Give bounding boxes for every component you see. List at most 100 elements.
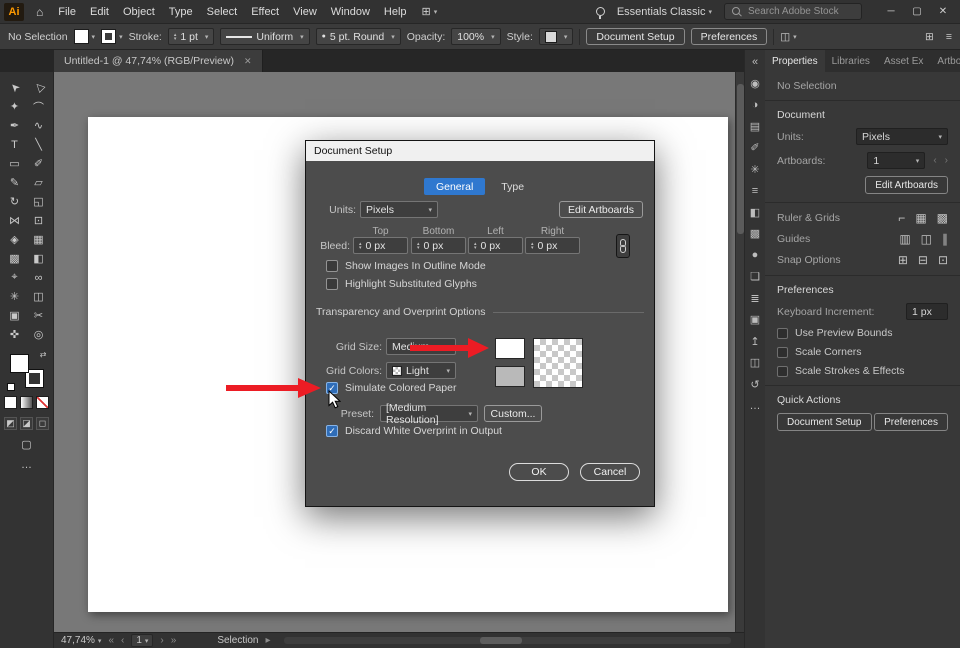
- menu-effect[interactable]: Effect: [244, 6, 286, 18]
- workspace-selector[interactable]: Essentials Classic ▾: [617, 6, 712, 18]
- paintbrush-tool[interactable]: ✐: [28, 154, 50, 173]
- variable-width-profile-dropdown[interactable]: ● 5 pt. Round ▾: [316, 28, 401, 45]
- pencil-tool[interactable]: ✎: [4, 173, 26, 192]
- gradient-button[interactable]: [20, 396, 33, 409]
- fill-color-dropdown[interactable]: ▾: [74, 29, 96, 44]
- cancel-button[interactable]: Cancel: [580, 463, 640, 481]
- show-guides-icon[interactable]: ▥: [899, 232, 910, 246]
- pen-tool[interactable]: ✒: [4, 116, 26, 135]
- tab-type[interactable]: Type: [489, 178, 536, 195]
- document-setup-button[interactable]: Document Setup: [586, 28, 684, 45]
- transparency-panel-icon[interactable]: ▩: [750, 227, 760, 240]
- more-panels-icon[interactable]: …: [750, 399, 761, 412]
- default-fill-stroke-icon[interactable]: [7, 383, 15, 391]
- snap-to-pixel-icon[interactable]: ⊟: [918, 253, 928, 267]
- swatches-panel-icon[interactable]: ▤: [750, 120, 760, 133]
- bleed-top-field[interactable]: ▴▾ 0 px: [353, 237, 408, 254]
- preferences-button[interactable]: Preferences: [874, 413, 948, 431]
- tab-general[interactable]: General: [424, 178, 485, 195]
- stroke-color-dropdown[interactable]: ▾: [101, 29, 123, 44]
- units-select[interactable]: Pixels ▾: [856, 128, 948, 145]
- symbols-panel-icon[interactable]: ✳: [750, 163, 759, 176]
- pixel-grid-icon[interactable]: ▩: [937, 211, 948, 225]
- bleed-left-field[interactable]: ▴▾ 0 px: [468, 237, 523, 254]
- swap-fill-stroke-icon[interactable]: ⇄: [40, 350, 47, 359]
- units-select[interactable]: Pixels ▾: [360, 201, 438, 218]
- status-menu-icon[interactable]: ▸: [265, 635, 270, 646]
- column-graph-tool[interactable]: ◫: [28, 287, 50, 306]
- draw-inside-icon[interactable]: ◻: [36, 417, 49, 430]
- document-setup-button[interactable]: Document Setup: [777, 413, 872, 431]
- dialog-title-bar[interactable]: Document Setup: [306, 141, 654, 161]
- curvature-tool[interactable]: ∿: [28, 116, 50, 135]
- menu-view[interactable]: View: [286, 6, 324, 18]
- hand-tool[interactable]: ✜: [4, 325, 26, 344]
- rotate-tool[interactable]: ↻: [4, 192, 26, 211]
- snap-to-point-icon[interactable]: ⊡: [938, 253, 948, 267]
- ruler-icon[interactable]: ⌐: [898, 211, 905, 225]
- home-icon[interactable]: ⌂: [28, 5, 51, 19]
- link-bleeds-icon[interactable]: [616, 234, 630, 258]
- scale-tool[interactable]: ◱: [28, 192, 50, 211]
- slice-tool[interactable]: ✂: [28, 306, 50, 325]
- symbol-sprayer-tool[interactable]: ✳: [4, 287, 26, 306]
- eyedropper-tool[interactable]: ⌖: [4, 268, 26, 287]
- panel-menu-icon[interactable]: ≡: [946, 31, 952, 43]
- first-artboard-icon[interactable]: «: [108, 635, 114, 646]
- scale-corners-checkbox[interactable]: Scale Corners: [777, 346, 948, 358]
- previous-artboard-icon[interactable]: ‹: [933, 155, 936, 166]
- rectangle-tool[interactable]: ▭: [4, 154, 26, 173]
- artboards-select[interactable]: 1 ▾: [867, 152, 925, 169]
- menu-file[interactable]: File: [51, 6, 83, 18]
- minimize-button[interactable]: ─: [878, 0, 904, 24]
- custom-button[interactable]: Custom...: [484, 405, 542, 422]
- menu-window[interactable]: Window: [324, 6, 377, 18]
- paper-shadow-swatch[interactable]: [495, 366, 525, 387]
- bleed-right-field[interactable]: ▴▾ 0 px: [525, 237, 580, 254]
- collapse-panels-icon[interactable]: «: [752, 55, 758, 68]
- zoom-tool[interactable]: ◎: [28, 325, 50, 344]
- artboards-panel-icon[interactable]: ▣: [750, 313, 760, 326]
- previous-artboard-icon[interactable]: ‹: [121, 635, 124, 646]
- align-options-dropdown[interactable]: ◫ ▾: [780, 31, 796, 43]
- paper-color-swatch[interactable]: [495, 338, 525, 359]
- discover-icon[interactable]: [596, 7, 605, 16]
- preset-select[interactable]: [Medium Resolution] ▾: [380, 405, 478, 422]
- menu-select[interactable]: Select: [200, 6, 245, 18]
- width-tool[interactable]: ⋈: [4, 211, 26, 230]
- free-transform-tool[interactable]: ⊡: [28, 211, 50, 230]
- shape-builder-tool[interactable]: ◈: [4, 230, 26, 249]
- scale-strokes-effects-checkbox[interactable]: Scale Strokes & Effects: [777, 365, 948, 377]
- close-button[interactable]: ✕: [930, 0, 956, 24]
- smart-guides-icon[interactable]: ∥: [942, 232, 948, 246]
- layers-panel-icon[interactable]: ≣: [750, 292, 759, 305]
- blend-tool[interactable]: ∞: [28, 268, 50, 287]
- type-tool[interactable]: T: [4, 135, 26, 154]
- stroke-weight-field[interactable]: ▴▾ 1 pt ▾: [168, 28, 215, 45]
- stock-search-input[interactable]: Search Adobe Stock: [724, 3, 862, 20]
- tab-properties[interactable]: Properties: [765, 50, 825, 72]
- eraser-tool[interactable]: ▱: [28, 173, 50, 192]
- stroke-panel-icon[interactable]: ≡: [752, 184, 758, 197]
- next-artboard-icon[interactable]: ›: [945, 155, 948, 166]
- line-segment-tool[interactable]: ╲: [28, 135, 50, 154]
- edit-toolbar-icon[interactable]: …: [21, 459, 32, 471]
- menu-help[interactable]: Help: [377, 6, 414, 18]
- perspective-grid-tool[interactable]: ▦: [28, 230, 50, 249]
- horizontal-scrollbar-thumb[interactable]: [480, 637, 522, 644]
- vertical-scrollbar-thumb[interactable]: [737, 84, 744, 234]
- use-preview-bounds-checkbox[interactable]: Use Preview Bounds: [777, 327, 948, 339]
- stepper-icon[interactable]: ▴▾: [474, 242, 477, 250]
- edit-artboards-button[interactable]: Edit Artboards: [559, 201, 643, 218]
- next-artboard-icon[interactable]: ›: [160, 635, 163, 646]
- grid-colors-select[interactable]: Light ▾: [386, 362, 456, 379]
- none-button[interactable]: [36, 396, 49, 409]
- snap-to-grid-icon[interactable]: ⊞: [898, 253, 908, 267]
- ok-button[interactable]: OK: [509, 463, 569, 481]
- artboard-number-dropdown[interactable]: 1 ▾: [131, 634, 153, 647]
- appearance-panel-icon[interactable]: ●: [752, 249, 759, 262]
- lock-guides-icon[interactable]: ◫: [921, 232, 932, 246]
- preferences-button[interactable]: Preferences: [691, 28, 768, 45]
- gradient-tool[interactable]: ◧: [28, 249, 50, 268]
- fill-swatch[interactable]: [10, 354, 29, 373]
